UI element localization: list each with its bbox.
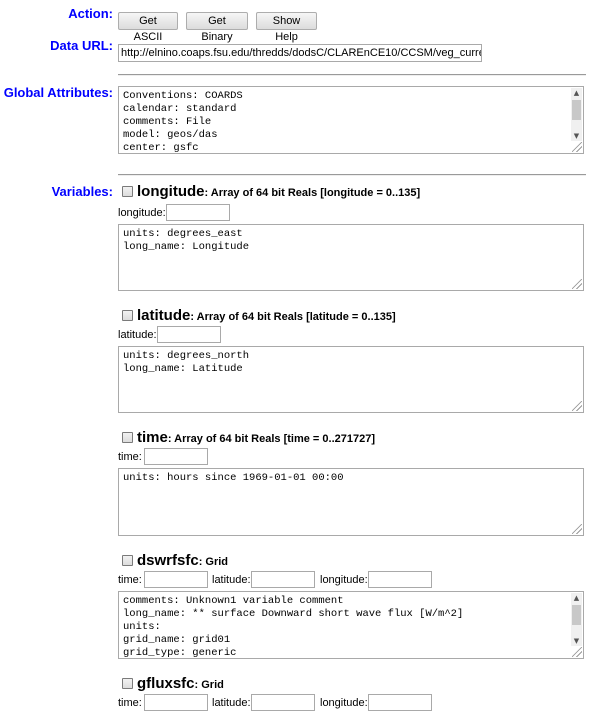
variable-name: latitude [137, 307, 191, 324]
attribute-line: units: [123, 621, 161, 633]
variable-description: : Array of 64 bit Reals [longitude = 0..… [204, 187, 421, 199]
resize-grip-icon[interactable] [572, 279, 582, 289]
variable-description: : Array of 64 bit Reals [latitude = 0..1… [190, 311, 396, 323]
variable-name: gfluxsfc [137, 675, 195, 692]
variable-description: : Array of 64 bit Reals [time = 0..27172… [167, 433, 376, 445]
scroll-thumb[interactable] [572, 100, 581, 120]
longitude-constraint-input[interactable] [368, 694, 432, 711]
dswrfsfc-attributes-textarea[interactable]: comments: Unknown1 variable comment long… [118, 591, 584, 659]
scrollbar[interactable]: ▲ ▼ [571, 593, 582, 646]
attribute-line: grid_name: grid01 [123, 634, 231, 646]
latitude-constraint-input[interactable] [251, 571, 315, 588]
variable-header: longitude: Array of 64 bit Reals [longit… [137, 183, 420, 200]
resize-grip-icon[interactable] [572, 524, 582, 534]
longitude-attributes-textarea[interactable]: units: degrees_east long_name: Longitude [118, 224, 584, 291]
attribute-line: long_name: ** surface Downward short wav… [123, 608, 464, 620]
variable-name: longitude [137, 183, 205, 200]
latitude-constraint-input[interactable] [157, 326, 221, 343]
longitude-field-label: longitude: [320, 697, 368, 709]
time-constraint-input[interactable] [144, 571, 208, 588]
attribute-line: comments: Unknown1 variable comment [123, 595, 344, 607]
get-binary-button[interactable]: Get Binary [186, 12, 248, 43]
global-attributes-label: Global Attributes: [3, 85, 113, 100]
latitude-field-label: latitude: [212, 697, 251, 709]
resize-grip-icon[interactable] [572, 142, 582, 152]
time-constraint-input[interactable] [144, 448, 208, 465]
attribute-line: center: gsfc [123, 142, 199, 154]
latitude-attributes-textarea[interactable]: units: degrees_north long_name: Latitude [118, 346, 584, 413]
attribute-line: calendar: standard [123, 103, 237, 115]
attribute-line: Conventions: COARDS [123, 90, 243, 102]
data-url-input[interactable]: http://elnino.coaps.fsu.edu/thredds/dods… [118, 44, 482, 62]
attribute-line: units: degrees_east [123, 228, 243, 240]
get-ascii-button[interactable]: Get ASCII [118, 12, 178, 43]
time-field-label: time: [118, 697, 142, 709]
resize-grip-icon[interactable] [572, 401, 582, 411]
scroll-up-icon[interactable]: ▲ [571, 88, 582, 98]
scrollbar[interactable]: ▲ ▼ [571, 88, 582, 141]
latitude-field-label: latitude: [212, 574, 251, 586]
variables-label: Variables: [51, 184, 113, 199]
variable-description: : Grid [198, 556, 229, 568]
scroll-up-icon[interactable]: ▲ [571, 593, 582, 603]
divider [118, 174, 586, 176]
show-help-button[interactable]: Show Help [256, 12, 317, 43]
longitude-constraint-input[interactable] [368, 571, 432, 588]
attribute-line: model: geos/das [123, 129, 218, 141]
data-url-label: Data URL: [50, 38, 113, 53]
longitude-field-label: longitude: [118, 207, 166, 219]
scroll-thumb[interactable] [572, 605, 581, 625]
latitude-field-label: latitude: [118, 329, 157, 341]
attribute-line: units: degrees_north [123, 350, 250, 362]
gfluxsfc-checkbox[interactable] [122, 678, 133, 689]
time-checkbox[interactable] [122, 432, 133, 443]
dswrfsfc-checkbox[interactable] [122, 555, 133, 566]
latitude-checkbox[interactable] [122, 310, 133, 321]
time-constraint-input[interactable] [144, 694, 208, 711]
attribute-line: long_name: Latitude [123, 363, 243, 375]
time-field-label: time: [118, 451, 142, 463]
latitude-constraint-input[interactable] [251, 694, 315, 711]
longitude-checkbox[interactable] [122, 186, 133, 197]
scroll-down-icon[interactable]: ▼ [571, 131, 582, 141]
attribute-line: long_name: Longitude [123, 241, 250, 253]
resize-grip-icon[interactable] [572, 647, 582, 657]
attribute-line: comments: File [123, 116, 212, 128]
variable-name: time [137, 429, 168, 446]
time-field-label: time: [118, 574, 142, 586]
longitude-constraint-input[interactable] [166, 204, 230, 221]
attribute-line: units: hours since 1969-01-01 00:00 [123, 472, 344, 484]
action-label: Action: [68, 6, 113, 21]
divider [118, 74, 586, 76]
global-attributes-textarea[interactable]: Conventions: COARDS calendar: standard c… [118, 86, 584, 154]
longitude-field-label: longitude: [320, 574, 368, 586]
variable-header: latitude: Array of 64 bit Reals [latitud… [137, 307, 396, 324]
attribute-line: grid_type: generic [123, 647, 237, 659]
variable-header: time: Array of 64 bit Reals [time = 0..2… [137, 429, 375, 446]
variable-description: : Grid [194, 679, 224, 691]
time-attributes-textarea[interactable]: units: hours since 1969-01-01 00:00 [118, 468, 584, 536]
scroll-down-icon[interactable]: ▼ [571, 636, 582, 646]
variable-header: dswrfsfc: Grid [137, 552, 228, 569]
variable-name: dswrfsfc [137, 552, 199, 569]
variable-header: gfluxsfc: Grid [137, 675, 224, 692]
